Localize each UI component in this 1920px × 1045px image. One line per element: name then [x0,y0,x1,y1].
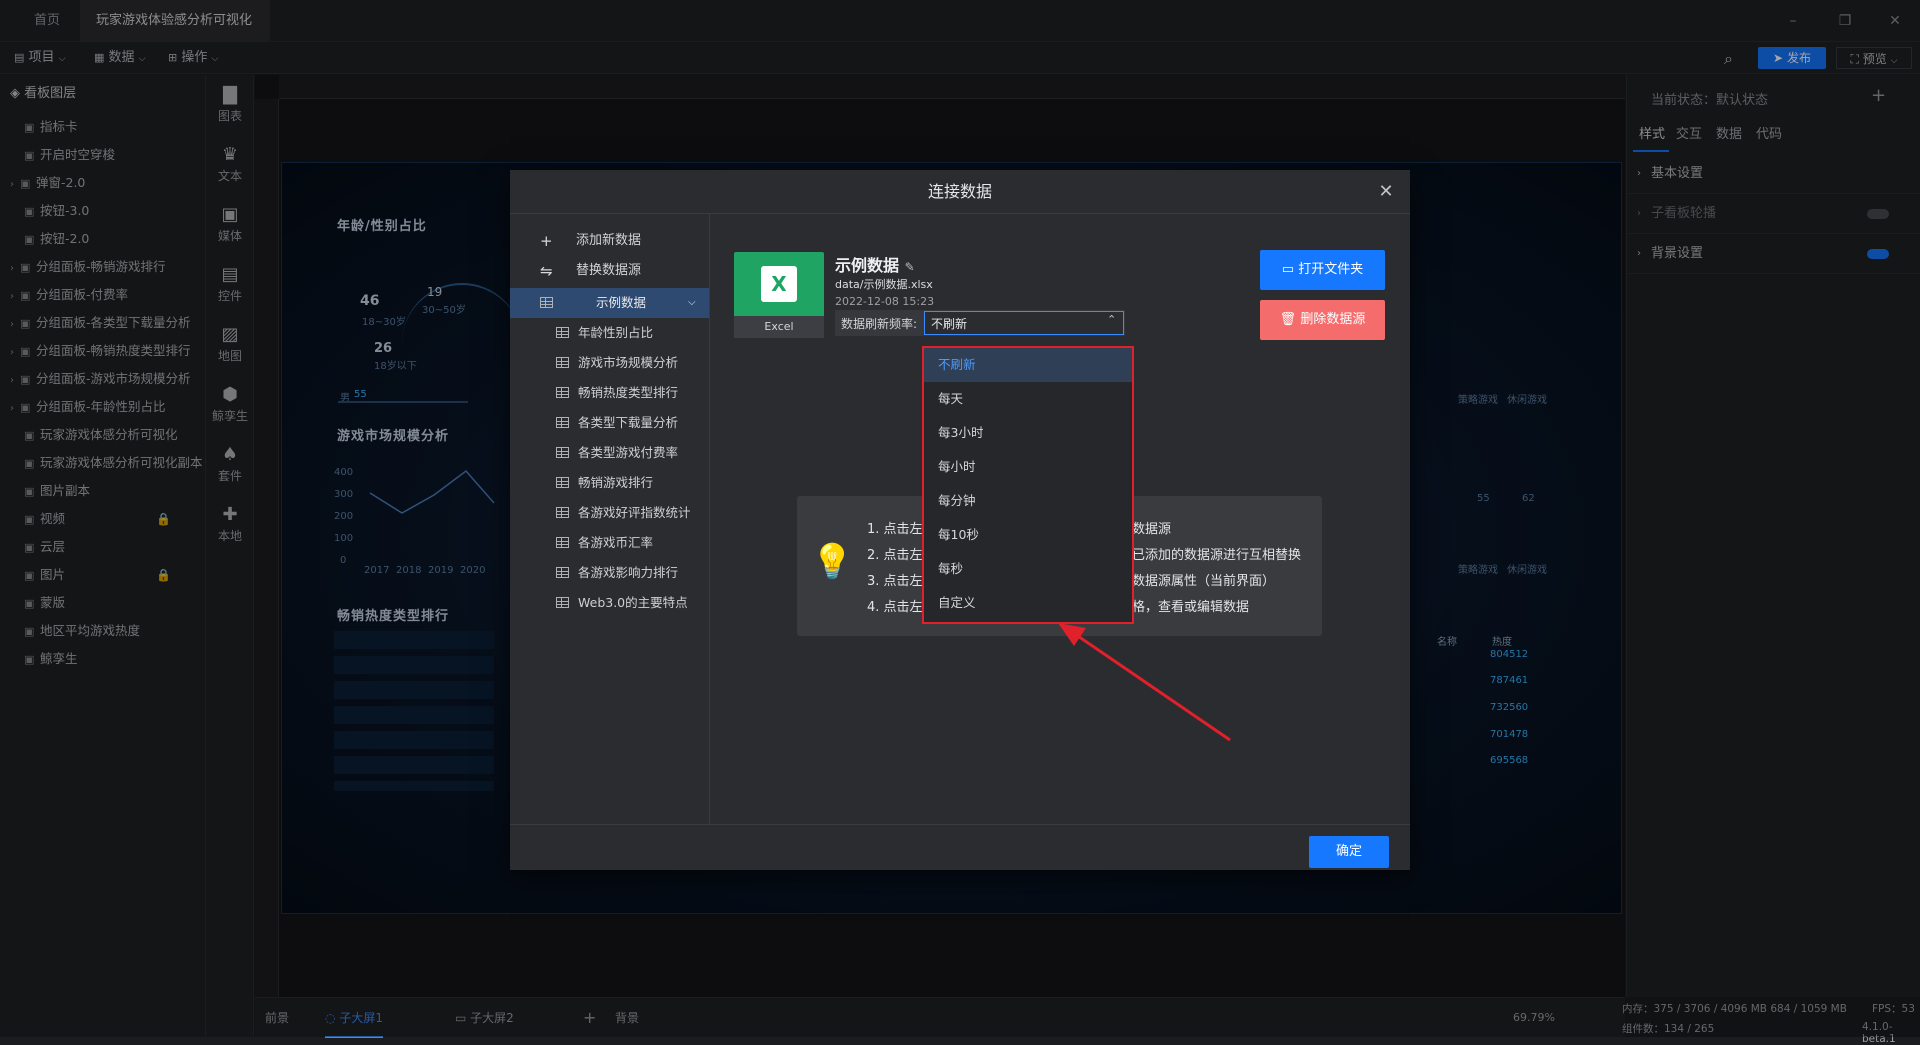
dialog-title: 连接数据 [927,182,992,201]
annotation-arrow [1058,623,1231,742]
dialog-close-icon[interactable]: ✕ [1374,180,1398,204]
data-sheet-label: 畅销游戏排行 [578,475,654,490]
refresh-option[interactable]: 每小时 [924,450,1132,484]
table-icon [556,447,569,458]
refresh-option[interactable]: 每秒 [924,552,1132,586]
data-sheet-item[interactable]: 畅销热度类型排行 [510,378,709,408]
table-icon [556,507,569,518]
chevron-down-icon: ⌵ [688,297,696,308]
add-data-label: 添加新数据 [576,233,642,248]
refresh-option[interactable]: 每分钟 [924,484,1132,518]
table-icon [556,387,569,398]
replace-source-button[interactable]: ⇋ 替换数据源 [510,256,709,286]
data-sheet-label: 畅销热度类型排行 [578,385,679,400]
delete-source-button[interactable]: 🗑 删除数据源 [1260,300,1385,340]
open-folder-button[interactable]: ▭ 打开文件夹 [1260,250,1385,290]
data-source-selected[interactable]: 示例数据 ⌵ [510,288,709,318]
data-sheet-item[interactable]: Web3.0的主要特点 [510,588,709,618]
data-sheet-item[interactable]: 各游戏好评指数统计 [510,498,709,528]
dialog-header: 连接数据 ✕ [510,170,1410,214]
open-folder-label: 打开文件夹 [1298,262,1364,277]
add-data-button[interactable]: + 添加新数据 [510,226,709,256]
table-icon [540,297,553,308]
refresh-option[interactable]: 每3小时 [924,416,1132,450]
data-sheet-item[interactable]: 各类型游戏付费率 [510,438,709,468]
table-icon [556,417,569,428]
data-sheet-label: 各类型游戏付费率 [578,445,679,460]
refresh-option[interactable]: 不刷新 [924,348,1132,382]
tip-line-right: 已添加的数据源进行互相替换 [1132,548,1302,563]
tip-line-right: 格，查看或编辑数据 [1132,600,1250,615]
tip-line-right: 数据源 [1132,522,1172,537]
table-icon [556,477,569,488]
data-sheet-item[interactable]: 畅销游戏排行 [510,468,709,498]
edit-icon[interactable]: ✎ [905,260,915,274]
tip-line-right: 数据源属性（当前界面） [1132,574,1276,589]
chevron-up-icon: ⌃ [1107,313,1117,326]
data-sheet-item[interactable]: 各类型下载量分析 [510,408,709,438]
confirm-button[interactable]: 确定 [1309,836,1389,868]
trash-icon: 🗑 [1279,312,1297,327]
refresh-label: 数据刷新频率: [841,317,918,331]
refresh-select[interactable]: 不刷新 ⌃ [924,311,1124,335]
table-icon [556,537,569,548]
swap-icon: ⇋ [540,262,553,280]
data-sheet-item[interactable]: 游戏市场规模分析 [510,348,709,378]
excel-logo: X [761,266,797,302]
table-icon [556,327,569,338]
data-source-sidebar: + 添加新数据 ⇋ 替换数据源 示例数据 ⌵ 年龄性别占比游戏市场规模分析 畅销热… [510,214,710,824]
table-icon [556,357,569,368]
data-sheet-item[interactable]: 各游戏影响力排行 [510,558,709,588]
data-sheet-label: Web3.0的主要特点 [578,595,688,610]
refresh-option[interactable]: 每天 [924,382,1132,416]
refresh-option[interactable]: 每10秒 [924,518,1132,552]
dialog-footer: 确定 [510,824,1410,870]
data-sheet-label: 游戏市场规模分析 [578,355,679,370]
data-sheet-label: 各游戏币汇率 [578,535,654,550]
replace-source-label: 替换数据源 [576,263,642,278]
data-sheet-label: 各游戏好评指数统计 [578,505,691,520]
delete-source-label: 删除数据源 [1300,312,1366,327]
data-sheet-item[interactable]: 年龄性别占比 [510,318,709,348]
data-sheet-label: 各类型下载量分析 [578,415,679,430]
folder-icon: ▭ [1281,262,1295,277]
file-type-label: Excel [734,316,824,338]
file-date: 2022-12-08 15:23 [835,295,935,308]
table-icon [556,567,569,578]
plus-icon: + [540,232,553,250]
data-sheet-label: 年龄性别占比 [578,325,654,340]
refresh-select-value: 不刷新 [931,317,968,331]
data-sheet-list: 年龄性别占比游戏市场规模分析 畅销热度类型排行 各类型下载量分析 各类型游戏付费率 畅销… [510,318,709,618]
excel-icon: X [734,252,824,316]
refresh-option[interactable]: 自定义 [924,586,1132,620]
file-name: 示例数据 ✎ [835,252,915,276]
table-icon [556,597,569,608]
selected-source-label: 示例数据 [596,295,647,310]
file-name-text: 示例数据 [835,256,900,275]
lightbulb-icon: 💡 [811,542,854,582]
file-path: data/示例数据.xlsx [835,278,933,291]
refresh-dropdown: 不刷新 每天 每3小时 每小时 每分钟 每10秒 每秒 自定义 [922,346,1134,624]
data-sheet-item[interactable]: 各游戏币汇率 [510,528,709,558]
data-sheet-label: 各游戏影响力排行 [578,565,679,580]
